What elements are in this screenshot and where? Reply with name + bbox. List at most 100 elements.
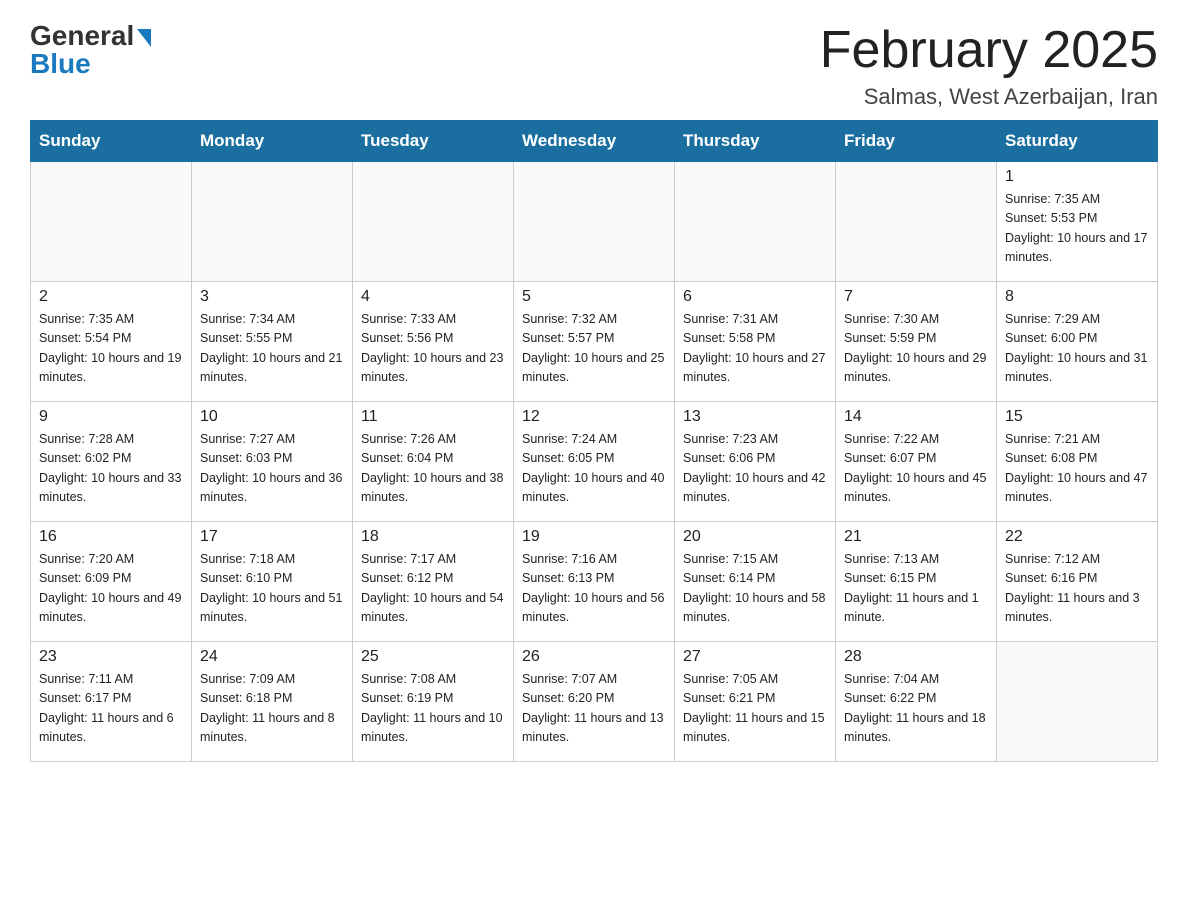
table-row: 10 Sunrise: 7:27 AMSunset: 6:03 PMDayligh… (192, 402, 353, 522)
logo-blue-text: Blue (30, 48, 91, 80)
table-row: 28 Sunrise: 7:04 AMSunset: 6:22 PMDayligh… (836, 642, 997, 762)
day-info: Sunrise: 7:28 AMSunset: 6:02 PMDaylight:… (39, 430, 183, 508)
table-row: 11 Sunrise: 7:26 AMSunset: 6:04 PMDayligh… (353, 402, 514, 522)
day-info: Sunrise: 7:12 AMSunset: 6:16 PMDaylight:… (1005, 550, 1149, 628)
day-info: Sunrise: 7:29 AMSunset: 6:00 PMDaylight:… (1005, 310, 1149, 388)
col-sunday: Sunday (31, 121, 192, 162)
col-monday: Monday (192, 121, 353, 162)
table-row: 1Sunrise: 7:35 AMSunset: 5:53 PMDaylight… (997, 162, 1158, 282)
day-info: Sunrise: 7:27 AMSunset: 6:03 PMDaylight:… (200, 430, 344, 508)
day-info: Sunrise: 7:31 AMSunset: 5:58 PMDaylight:… (683, 310, 827, 388)
day-info: Sunrise: 7:33 AMSunset: 5:56 PMDaylight:… (361, 310, 505, 388)
logo: General Blue (30, 20, 151, 80)
table-row: 4 Sunrise: 7:33 AMSunset: 5:56 PMDaylight… (353, 282, 514, 402)
day-number: 8 (1005, 288, 1149, 306)
day-info: Sunrise: 7:11 AMSunset: 6:17 PMDaylight:… (39, 670, 183, 748)
table-row: 26 Sunrise: 7:07 AMSunset: 6:20 PMDayligh… (514, 642, 675, 762)
day-number: 12 (522, 408, 666, 426)
table-row: 5 Sunrise: 7:32 AMSunset: 5:57 PMDaylight… (514, 282, 675, 402)
day-number: 27 (683, 648, 827, 666)
day-number: 21 (844, 528, 988, 546)
day-info: Sunrise: 7:23 AMSunset: 6:06 PMDaylight:… (683, 430, 827, 508)
day-info: Sunrise: 7:20 AMSunset: 6:09 PMDaylight:… (39, 550, 183, 628)
day-info: Sunrise: 7:32 AMSunset: 5:57 PMDaylight:… (522, 310, 666, 388)
day-number: 9 (39, 408, 183, 426)
day-info: Sunrise: 7:18 AMSunset: 6:10 PMDaylight:… (200, 550, 344, 628)
table-row: 8 Sunrise: 7:29 AMSunset: 6:00 PMDaylight… (997, 282, 1158, 402)
calendar-week-row: 16 Sunrise: 7:20 AMSunset: 6:09 PMDayligh… (31, 522, 1158, 642)
col-tuesday: Tuesday (353, 121, 514, 162)
page-subtitle: Salmas, West Azerbaijan, Iran (820, 84, 1158, 110)
table-row: 18 Sunrise: 7:17 AMSunset: 6:12 PMDayligh… (353, 522, 514, 642)
calendar-week-row: 2Sunrise: 7:35 AMSunset: 5:54 PMDaylight… (31, 282, 1158, 402)
day-number: 5 (522, 288, 666, 306)
day-number: 22 (1005, 528, 1149, 546)
day-number: 6 (683, 288, 827, 306)
table-row: 22 Sunrise: 7:12 AMSunset: 6:16 PMDayligh… (997, 522, 1158, 642)
day-info: Sunrise: 7:22 AMSunset: 6:07 PMDaylight:… (844, 430, 988, 508)
day-number: 14 (844, 408, 988, 426)
day-number: 2 (39, 288, 183, 306)
day-number: 19 (522, 528, 666, 546)
title-block: February 2025 Salmas, West Azerbaijan, I… (820, 20, 1158, 110)
header-row: Sunday Monday Tuesday Wednesday Thursday… (31, 121, 1158, 162)
col-wednesday: Wednesday (514, 121, 675, 162)
day-number: 20 (683, 528, 827, 546)
day-info: Sunrise: 7:15 AMSunset: 6:14 PMDaylight:… (683, 550, 827, 628)
day-number: 17 (200, 528, 344, 546)
calendar-table: Sunday Monday Tuesday Wednesday Thursday… (30, 120, 1158, 762)
table-row (997, 642, 1158, 762)
table-row (514, 162, 675, 282)
col-friday: Friday (836, 121, 997, 162)
table-row: 9 Sunrise: 7:28 AMSunset: 6:02 PMDaylight… (31, 402, 192, 522)
day-info: Sunrise: 7:16 AMSunset: 6:13 PMDaylight:… (522, 550, 666, 628)
day-number: 25 (361, 648, 505, 666)
table-row: 6 Sunrise: 7:31 AMSunset: 5:58 PMDaylight… (675, 282, 836, 402)
table-row: 20 Sunrise: 7:15 AMSunset: 6:14 PMDayligh… (675, 522, 836, 642)
day-number: 13 (683, 408, 827, 426)
calendar-body: 1Sunrise: 7:35 AMSunset: 5:53 PMDaylight… (31, 162, 1158, 762)
day-number: 11 (361, 408, 505, 426)
table-row: 23Sunrise: 7:11 AMSunset: 6:17 PMDayligh… (31, 642, 192, 762)
table-row (675, 162, 836, 282)
day-number: 7 (844, 288, 988, 306)
table-row: 19 Sunrise: 7:16 AMSunset: 6:13 PMDayligh… (514, 522, 675, 642)
day-info: Sunrise: 7:35 AMSunset: 5:53 PMDaylight:… (1005, 190, 1149, 268)
day-number: 15 (1005, 408, 1149, 426)
day-number: 28 (844, 648, 988, 666)
table-row (31, 162, 192, 282)
table-row: 15 Sunrise: 7:21 AMSunset: 6:08 PMDayligh… (997, 402, 1158, 522)
table-row: 7Sunrise: 7:30 AMSunset: 5:59 PMDaylight… (836, 282, 997, 402)
day-info: Sunrise: 7:17 AMSunset: 6:12 PMDaylight:… (361, 550, 505, 628)
table-row: 12Sunrise: 7:24 AMSunset: 6:05 PMDayligh… (514, 402, 675, 522)
day-number: 3 (200, 288, 344, 306)
day-info: Sunrise: 7:34 AMSunset: 5:55 PMDaylight:… (200, 310, 344, 388)
day-number: 24 (200, 648, 344, 666)
table-row: 24 Sunrise: 7:09 AMSunset: 6:18 PMDayligh… (192, 642, 353, 762)
day-number: 10 (200, 408, 344, 426)
day-info: Sunrise: 7:05 AMSunset: 6:21 PMDaylight:… (683, 670, 827, 748)
day-info: Sunrise: 7:21 AMSunset: 6:08 PMDaylight:… (1005, 430, 1149, 508)
table-row (836, 162, 997, 282)
calendar-week-row: 1Sunrise: 7:35 AMSunset: 5:53 PMDaylight… (31, 162, 1158, 282)
table-row: 2Sunrise: 7:35 AMSunset: 5:54 PMDaylight… (31, 282, 192, 402)
day-number: 16 (39, 528, 183, 546)
table-row: 27 Sunrise: 7:05 AMSunset: 6:21 PMDayligh… (675, 642, 836, 762)
day-info: Sunrise: 7:07 AMSunset: 6:20 PMDaylight:… (522, 670, 666, 748)
col-saturday: Saturday (997, 121, 1158, 162)
calendar-week-row: 23Sunrise: 7:11 AMSunset: 6:17 PMDayligh… (31, 642, 1158, 762)
day-number: 4 (361, 288, 505, 306)
col-thursday: Thursday (675, 121, 836, 162)
logo-arrow-icon (137, 29, 151, 47)
day-number: 26 (522, 648, 666, 666)
table-row: 3 Sunrise: 7:34 AMSunset: 5:55 PMDaylight… (192, 282, 353, 402)
day-info: Sunrise: 7:04 AMSunset: 6:22 PMDaylight:… (844, 670, 988, 748)
day-info: Sunrise: 7:09 AMSunset: 6:18 PMDaylight:… (200, 670, 344, 748)
calendar-week-row: 9 Sunrise: 7:28 AMSunset: 6:02 PMDaylight… (31, 402, 1158, 522)
table-row: 13 Sunrise: 7:23 AMSunset: 6:06 PMDayligh… (675, 402, 836, 522)
day-number: 18 (361, 528, 505, 546)
table-row: 14 Sunrise: 7:22 AMSunset: 6:07 PMDayligh… (836, 402, 997, 522)
page-title: February 2025 (820, 20, 1158, 80)
day-info: Sunrise: 7:13 AMSunset: 6:15 PMDaylight:… (844, 550, 988, 628)
day-info: Sunrise: 7:26 AMSunset: 6:04 PMDaylight:… (361, 430, 505, 508)
